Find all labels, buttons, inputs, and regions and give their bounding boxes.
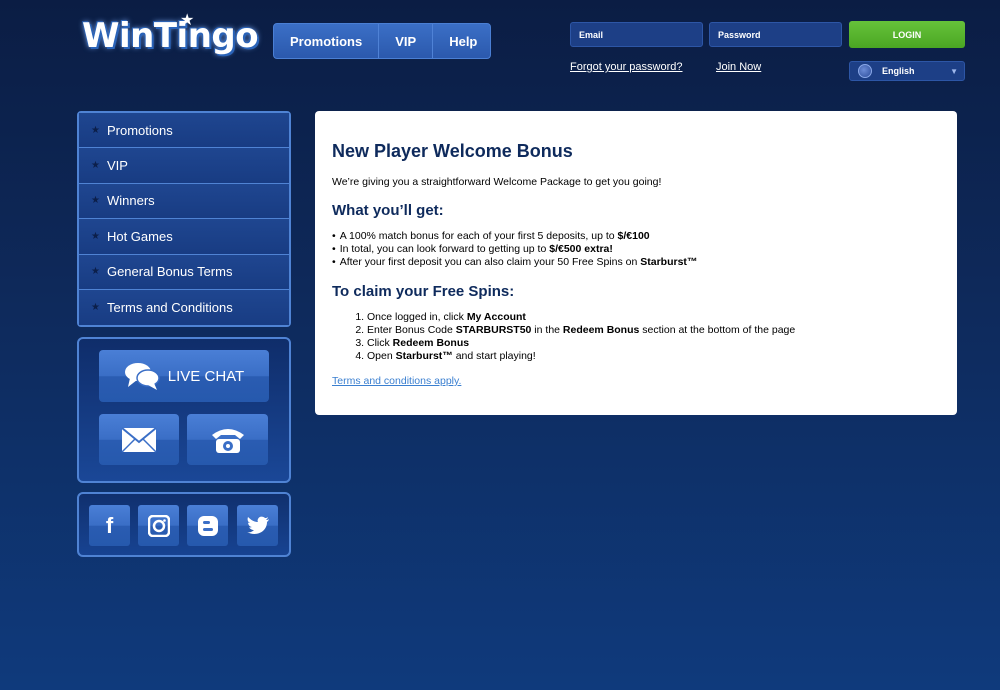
- social-box: f: [77, 492, 291, 557]
- sidebar-item-promotions[interactable]: ★ Promotions: [79, 113, 289, 149]
- star-icon: ★: [91, 302, 100, 314]
- star-icon: ★: [91, 266, 100, 278]
- instagram-icon[interactable]: [138, 505, 179, 546]
- list-item: In total, you can look forward to gettin…: [332, 243, 939, 256]
- phone-contact-button[interactable]: [187, 414, 268, 465]
- sidebar-item-general-bonus-terms[interactable]: ★ General Bonus Terms: [79, 254, 289, 290]
- live-chat-button[interactable]: LIVE CHAT: [99, 350, 269, 402]
- twitter-icon[interactable]: [237, 505, 278, 546]
- list-item: Click Redeem Bonus: [367, 337, 939, 350]
- forgot-password-link[interactable]: Forgot your password?: [570, 61, 683, 73]
- email-contact-button[interactable]: [99, 414, 179, 465]
- list-item: A 100% match bonus for each of your firs…: [332, 230, 939, 243]
- sidebar-menu: ★ Promotions ★ VIP ★ Winners ★ Hot Games…: [77, 111, 291, 328]
- email-input[interactable]: Email: [570, 22, 703, 47]
- terms-link[interactable]: Terms and conditions apply.: [332, 375, 461, 387]
- blogger-icon[interactable]: [187, 505, 228, 546]
- content-panel: New Player Welcome Bonus We’re giving yo…: [315, 111, 957, 415]
- list-item: Enter Bonus Code STARBURST50 in the Rede…: [367, 324, 939, 337]
- join-now-link[interactable]: Join Now: [716, 61, 761, 73]
- page-title: New Player Welcome Bonus: [332, 141, 573, 161]
- nav-help[interactable]: Help: [433, 24, 493, 58]
- claim-steps-list: Once logged in, click My Account Enter B…: [332, 311, 939, 363]
- list-item: Open Starburst™ and start playing!: [367, 350, 939, 363]
- sidebar-item-terms-and-conditions[interactable]: ★ Terms and Conditions: [79, 289, 289, 326]
- star-icon: ★: [91, 195, 100, 207]
- list-item: After your first deposit you can also cl…: [332, 256, 939, 269]
- chevron-down-icon: ▼: [950, 66, 958, 76]
- benefits-list: A 100% match bonus for each of your firs…: [332, 230, 939, 269]
- what-you-get-heading: What you’ll get:: [332, 202, 444, 219]
- star-icon: ★: [91, 230, 100, 242]
- sidebar-item-hot-games[interactable]: ★ Hot Games: [79, 219, 289, 255]
- envelope-icon: [121, 426, 157, 453]
- sidebar-item-vip[interactable]: ★ VIP: [79, 148, 289, 184]
- top-nav: Promotions VIP Help: [273, 23, 491, 59]
- nav-promotions[interactable]: Promotions: [274, 24, 380, 58]
- facebook-icon[interactable]: f: [89, 505, 130, 546]
- logo-star-icon: ★: [180, 10, 194, 29]
- login-button[interactable]: LOGIN: [849, 21, 965, 48]
- sidebar-item-winners[interactable]: ★ Winners: [79, 183, 289, 220]
- list-item: Once logged in, click My Account: [367, 311, 939, 324]
- globe-icon: [858, 64, 872, 78]
- phone-icon: [211, 428, 244, 453]
- chat-bubbles-icon: [124, 363, 160, 390]
- star-icon: ★: [91, 160, 100, 172]
- claim-heading: To claim your Free Spins:: [332, 283, 515, 300]
- contact-box: LIVE CHAT: [77, 337, 291, 483]
- wintingo-logo[interactable]: WinTingo ★: [82, 10, 259, 56]
- language-select[interactable]: English ▼: [849, 61, 965, 81]
- nav-vip[interactable]: VIP: [379, 24, 434, 58]
- intro-text: We’re giving you a straightforward Welco…: [332, 176, 662, 188]
- star-icon: ★: [91, 124, 100, 136]
- password-input[interactable]: Password: [709, 22, 842, 47]
